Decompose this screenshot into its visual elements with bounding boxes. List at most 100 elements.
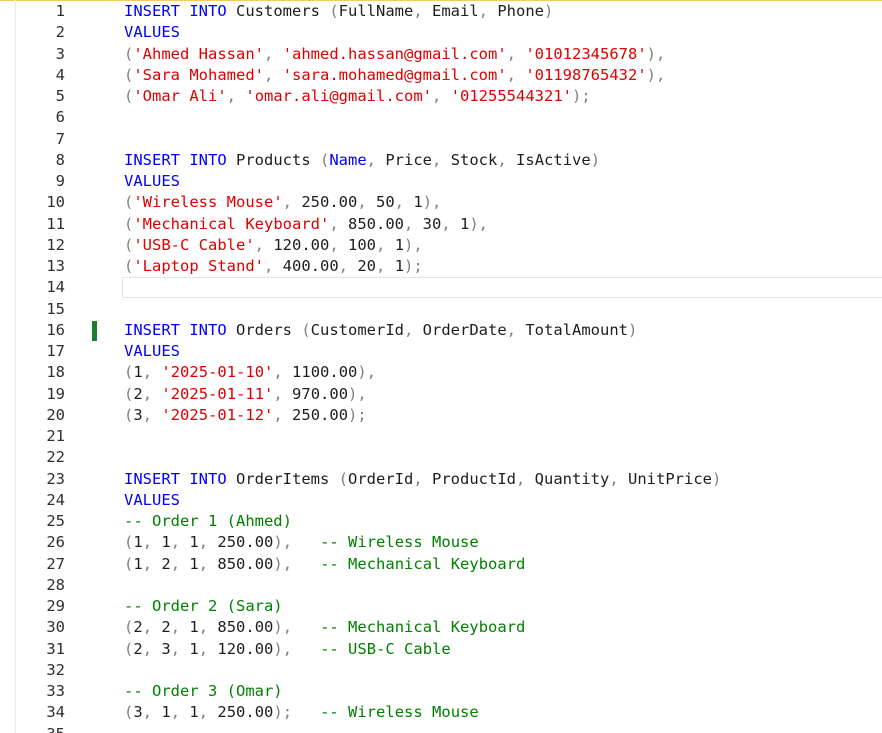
- code-line[interactable]: 21: [0, 426, 882, 447]
- token-punctuation: ),: [273, 639, 293, 658]
- sql-editor[interactable]: 1 INSERT INTO Customers (FullName, Email,…: [0, 0, 882, 733]
- code-line[interactable]: 2 VALUES: [0, 22, 882, 43]
- line-code[interactable]: INSERT INTO Orders (CustomerId, OrderDat…: [124, 320, 637, 341]
- token-number: 250.00: [208, 703, 274, 722]
- line-code[interactable]: (3, '2025-01-12', 250.00);: [124, 405, 367, 426]
- code-line[interactable]: 31 (2, 3, 1, 120.00), -- USB-C Cable: [0, 639, 882, 660]
- code-line[interactable]: 16 INSERT INTO Orders (CustomerId, OrderD…: [0, 320, 882, 341]
- token-punctuation: (: [124, 618, 134, 637]
- line-code[interactable]: INSERT INTO Products (Name, Price, Stock…: [124, 150, 600, 171]
- token-punctuation: ,: [142, 703, 153, 722]
- line-code[interactable]: -- Order 3 (Omar): [124, 681, 283, 702]
- token-punctuation: );: [273, 703, 293, 722]
- token-string: '01255544321': [450, 87, 573, 105]
- line-code[interactable]: -- Order 1 (Ahmed): [124, 511, 292, 532]
- code-line[interactable]: 30 (2, 2, 1, 850.00), -- Mechanical Keybo…: [0, 617, 882, 638]
- line-code[interactable]: (2, 2, 1, 850.00), -- Mechanical Keyboar…: [124, 617, 525, 638]
- code-line[interactable]: 26 (1, 1, 1, 250.00), -- Wireless Mouse: [0, 532, 882, 553]
- token-keyword: Name: [329, 150, 367, 169]
- line-code[interactable]: ('Ahmed Hassan', 'ahmed.hassan@gmail.com…: [124, 44, 665, 65]
- code-line[interactable]: 33 -- Order 3 (Omar): [0, 681, 882, 702]
- line-code[interactable]: ('Wireless Mouse', 250.00, 50, 1),: [124, 192, 441, 213]
- token-number: 1100.00: [282, 363, 358, 382]
- code-line[interactable]: 3 ('Ahmed Hassan', 'ahmed.hassan@gmail.co…: [0, 44, 882, 65]
- code-line[interactable]: 13 ('Laptop Stand', 400.00, 20, 1);: [0, 256, 882, 277]
- line-code[interactable]: (3, 1, 1, 250.00); -- Wireless Mouse: [124, 702, 479, 723]
- token-punctuation: );: [572, 87, 591, 105]
- line-code[interactable]: ('Laptop Stand', 400.00, 20, 1);: [124, 256, 423, 277]
- code-line[interactable]: 24 VALUES: [0, 490, 882, 511]
- line-number: 8: [55, 150, 65, 169]
- line-code[interactable]: INSERT INTO OrderItems (OrderId, Product…: [124, 469, 721, 490]
- code-line[interactable]: 15: [0, 299, 882, 320]
- code-line[interactable]: 22: [0, 447, 882, 468]
- code-line[interactable]: 34 (3, 1, 1, 250.00); -- Wireless Mouse: [0, 702, 882, 723]
- token-number: 2: [133, 639, 143, 658]
- line-code[interactable]: VALUES: [124, 490, 180, 511]
- token-punctuation: (: [124, 214, 134, 233]
- line-code[interactable]: INSERT INTO Customers (FullName, Email, …: [124, 1, 553, 22]
- token-number: 3: [133, 405, 143, 424]
- code-line[interactable]: 27 (1, 2, 1, 850.00), -- Mechanical Keybo…: [0, 554, 882, 575]
- line-code[interactable]: (2, 3, 1, 120.00), -- USB-C Cable: [124, 639, 451, 660]
- code-line[interactable]: 32: [0, 660, 882, 681]
- code-line[interactable]: 23 INSERT INTO OrderItems (OrderId, Produ…: [0, 469, 882, 490]
- code-line[interactable]: 17 VALUES: [0, 341, 882, 362]
- code-line[interactable]: 18 (1, '2025-01-10', 1100.00),: [0, 362, 882, 383]
- code-line[interactable]: 11 ('Mechanical Keyboard', 850.00, 30, 1)…: [0, 214, 882, 235]
- line-code[interactable]: (1, '2025-01-10', 1100.00),: [124, 362, 376, 383]
- token-keyword: INTO: [189, 150, 227, 169]
- token-number: 2: [152, 618, 171, 637]
- token-punctuation: ),: [646, 65, 666, 84]
- line-code[interactable]: ('Omar Ali', 'omar.ali@gmail.com', '0125…: [124, 86, 591, 107]
- line-code[interactable]: ('Mechanical Keyboard', 850.00, 30, 1),: [124, 214, 488, 235]
- line-code[interactable]: VALUES: [124, 22, 180, 43]
- token-punctuation: (: [124, 384, 134, 403]
- code-line[interactable]: 10 ('Wireless Mouse', 250.00, 50, 1),: [0, 192, 882, 213]
- token-punctuation: ,: [357, 193, 367, 212]
- line-code[interactable]: VALUES: [124, 171, 180, 192]
- token-punctuation: ): [544, 2, 554, 20]
- code-line[interactable]: 35: [0, 724, 882, 733]
- token-punctuation: ),: [646, 44, 666, 63]
- token-number: 1: [180, 533, 199, 552]
- code-line[interactable]: 6: [0, 107, 882, 128]
- code-line[interactable]: 9 VALUES: [0, 171, 882, 192]
- line-code[interactable]: VALUES: [124, 341, 180, 362]
- code-line[interactable]: 25 -- Order 1 (Ahmed): [0, 511, 882, 532]
- code-line[interactable]: 8 INSERT INTO Products (Name, Price, Stoc…: [0, 150, 882, 171]
- line-number: 5: [55, 87, 65, 105]
- token-punctuation: ,: [609, 469, 619, 488]
- token-number: 1: [450, 214, 470, 233]
- code-line[interactable]: 14: [0, 277, 882, 299]
- token-punctuation: ,: [142, 405, 153, 424]
- line-code[interactable]: (1, 2, 1, 850.00), -- Mechanical Keyboar…: [124, 554, 525, 575]
- line-code[interactable]: (1, 1, 1, 250.00), -- Wireless Mouse: [124, 532, 479, 553]
- token-punctuation: ),: [404, 235, 423, 254]
- code-line[interactable]: 5 ('Omar Ali', 'omar.ali@gmail.com', '012…: [0, 86, 882, 107]
- code-line[interactable]: 19 (2, '2025-01-11', 970.00),: [0, 384, 882, 405]
- token-punctuation: ,: [170, 703, 181, 722]
- token-punctuation: (: [124, 65, 134, 84]
- line-code[interactable]: ('USB-C Cable', 120.00, 100, 1),: [124, 235, 423, 256]
- code-line[interactable]: 7: [0, 129, 882, 150]
- code-line[interactable]: 12 ('USB-C Cable', 120.00, 100, 1),: [0, 235, 882, 256]
- token-punctuation: (: [124, 235, 134, 254]
- token-number: 2: [152, 554, 171, 573]
- token-number: 1: [180, 554, 199, 573]
- code-line[interactable]: 1 INSERT INTO Customers (FullName, Email,…: [0, 1, 882, 22]
- token-punctuation: ,: [338, 257, 349, 275]
- code-line[interactable]: 20 (3, '2025-01-12', 250.00);: [0, 405, 882, 426]
- code-line[interactable]: 4 ('Sara Mohamed', 'sara.mohamed@gmail.co…: [0, 65, 882, 86]
- code-lines[interactable]: 1 INSERT INTO Customers (FullName, Email,…: [0, 1, 882, 733]
- token-number: 850.00: [208, 554, 274, 573]
- line-code[interactable]: ('Sara Mohamed', 'sara.mohamed@gmail.com…: [124, 65, 665, 86]
- code-line[interactable]: 28: [0, 575, 882, 596]
- token-punctuation: ,: [264, 65, 274, 84]
- token-punctuation: (: [124, 193, 134, 212]
- line-code[interactable]: -- Order 2 (Sara): [124, 596, 283, 617]
- token-keyword: VALUES: [124, 342, 180, 360]
- code-line[interactable]: 29 -- Order 2 (Sara): [0, 596, 882, 617]
- token-punctuation: ,: [441, 214, 451, 233]
- line-code[interactable]: (2, '2025-01-11', 970.00),: [124, 384, 367, 405]
